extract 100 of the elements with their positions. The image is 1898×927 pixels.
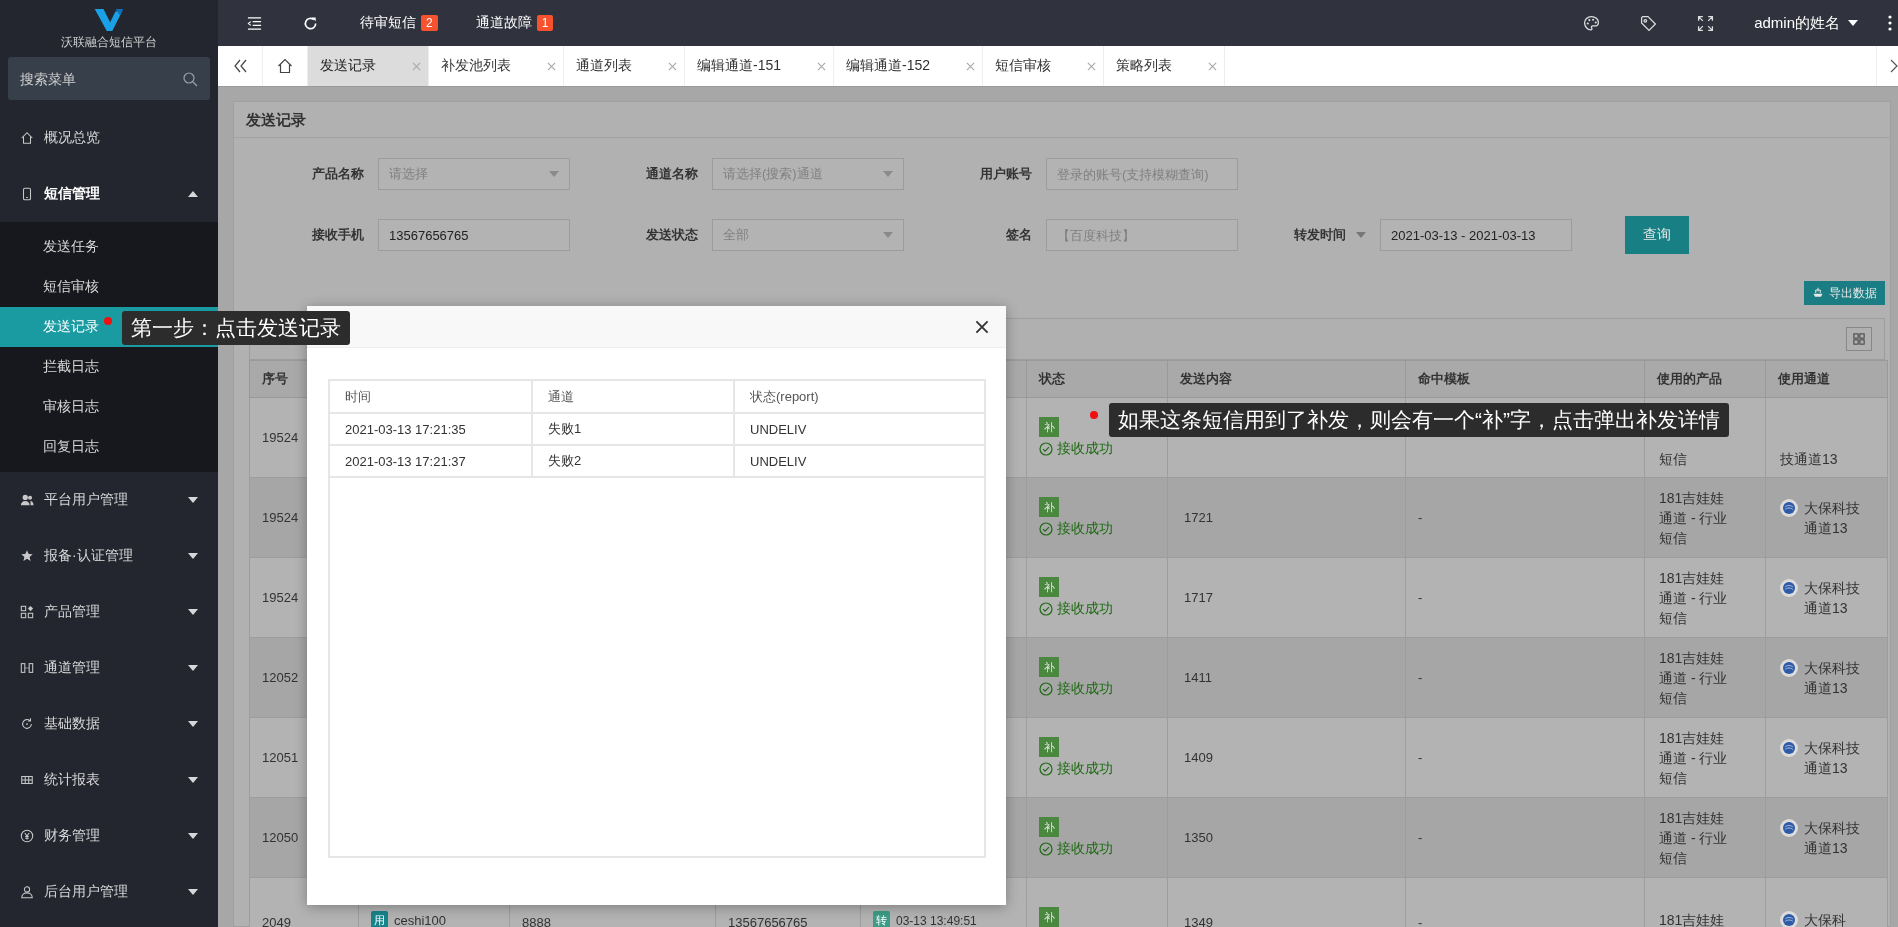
check-circle-icon <box>1039 442 1053 456</box>
palette-button[interactable] <box>1583 14 1601 32</box>
close-icon <box>1208 61 1218 71</box>
tab[interactable]: 策略列表 <box>1104 46 1226 86</box>
search-icon <box>182 71 198 87</box>
menu-item[interactable]: 产品管理 <box>0 584 218 640</box>
yen-icon <box>20 829 34 843</box>
user-icon <box>20 885 34 899</box>
tab[interactable]: 发送记录 <box>308 46 429 86</box>
menu-item[interactable]: 短信管理 <box>0 166 218 222</box>
check-circle-icon <box>1039 762 1053 776</box>
menu-item[interactable]: 后台用户管理 <box>0 864 218 920</box>
table-cell-text: 181吉娃娃 <box>1659 911 1726 927</box>
input-field[interactable]: 13567656765 <box>378 219 570 251</box>
resend-badge[interactable]: 补 <box>1039 907 1059 927</box>
tag-button[interactable] <box>1640 14 1658 32</box>
status-text: 接收成功 <box>1057 840 1113 858</box>
refresh-button[interactable] <box>303 15 318 31</box>
nav-link[interactable]: 待审短信 2 <box>360 14 438 32</box>
menu-item[interactable]: 统计报表 <box>0 752 218 808</box>
menu-item[interactable]: 概况总览 <box>0 110 218 166</box>
menu-item[interactable]: 财务管理 <box>0 808 218 864</box>
tab[interactable]: 补发池列表 <box>429 46 564 86</box>
panel-title: 发送记录 <box>234 102 1890 138</box>
resend-badge[interactable]: 补 <box>1039 817 1059 837</box>
palette-icon <box>1583 14 1601 32</box>
caret-icon <box>549 171 559 177</box>
resend-badge[interactable]: 补 <box>1039 497 1059 517</box>
field-label: 接收手机 <box>311 226 364 244</box>
resend-badge[interactable]: 补 <box>1039 657 1059 677</box>
marker-dot <box>104 317 112 325</box>
search-field[interactable]: 搜索菜单 <box>8 57 210 100</box>
check-circle-icon <box>1039 682 1053 696</box>
tab[interactable]: 短信审核 <box>983 46 1105 86</box>
column-header: 命中模板 <box>1405 360 1645 398</box>
field-label: 用户账号 <box>979 165 1032 183</box>
table-cell: UNDELIV <box>734 413 984 445</box>
resend-badge[interactable]: 补 <box>1039 417 1059 437</box>
table-cell-text: 181吉娃娃通道 - 行业短信 <box>1659 728 1729 788</box>
content-link[interactable]: 1349 <box>1167 877 1406 927</box>
content-link[interactable]: 1721 <box>1167 477 1406 558</box>
menu-toggle-button[interactable] <box>247 15 262 31</box>
tab[interactable]: 编辑通道-152 <box>834 46 984 86</box>
menu-item[interactable]: 回复日志 <box>0 427 218 467</box>
close-button[interactable] <box>975 319 989 334</box>
table-icon <box>20 773 34 787</box>
tab[interactable]: 通道列表 <box>564 46 685 86</box>
resend-badge[interactable]: 补 <box>1039 737 1059 757</box>
column-header: 状态(report) <box>734 381 984 413</box>
home-icon <box>277 58 293 74</box>
status-text: 接收成功 <box>1057 520 1113 538</box>
resend-badge[interactable]: 补 <box>1039 577 1059 597</box>
field-label: 产品名称 <box>311 165 364 183</box>
fullscreen-button[interactable] <box>1697 14 1715 32</box>
table-cell: - <box>1405 557 1645 638</box>
fullscreen-icon <box>1697 14 1715 32</box>
column-toggle-button[interactable] <box>1846 327 1872 351</box>
menu-item[interactable]: 短信审核 <box>0 267 218 307</box>
field-label: 签名 <box>1005 226 1032 244</box>
time-type-dropdown[interactable]: 转发时间 <box>1256 226 1366 244</box>
content-link[interactable]: 1409 <box>1167 717 1406 798</box>
menu-item[interactable]: 发送任务 <box>0 227 218 267</box>
menu-item[interactable]: 平台用户管理 <box>0 472 218 528</box>
app-name: 沃联融合短信平台 <box>61 33 157 51</box>
menu-item[interactable]: 报备·认证管理 <box>0 528 218 584</box>
tag-icon <box>1640 14 1658 32</box>
table-cell-text: 大保科技通道13 <box>1804 738 1861 778</box>
annotation-tooltip: 如果这条短信用到了补发，则会有一个“补”字，点击弹出补发详情 <box>1109 403 1729 437</box>
status-text: 接收成功 <box>1057 440 1113 458</box>
more-button[interactable] <box>1888 15 1892 31</box>
star-icon <box>20 549 34 563</box>
user-menu[interactable]: admin的姓名 <box>1754 13 1858 33</box>
caret-icon <box>1356 232 1366 238</box>
table-cell: 失败1 <box>532 413 734 445</box>
menu-item[interactable]: 审核日志 <box>0 387 218 427</box>
caret-icon <box>883 171 893 177</box>
close-icon <box>966 61 976 71</box>
table-cell: - <box>1405 477 1645 558</box>
export-button[interactable]: 导出数据 <box>1804 281 1885 305</box>
more-icon <box>1888 15 1892 31</box>
column-header: 状态 <box>1026 360 1168 398</box>
table-cell-text: 大保科技通道13 <box>1804 498 1861 538</box>
query-button[interactable]: 查询 <box>1625 216 1689 254</box>
table-cell: 2021-03-13 17:21:37 <box>330 445 532 477</box>
menu-item[interactable]: 拦截日志 <box>0 347 218 387</box>
type-badge: 用 <box>371 911 388 927</box>
nav-link[interactable]: 通道故障 1 <box>475 14 554 32</box>
table-cell: - <box>1405 797 1645 878</box>
content-link[interactable]: 1411 <box>1167 637 1406 718</box>
content-link[interactable]: 1717 <box>1167 557 1406 638</box>
columns-grid-icon <box>1853 333 1865 345</box>
menu-item[interactable]: 基础数据 <box>0 696 218 752</box>
date-range-field[interactable]: 2021-03-13 - 2021-03-13 <box>1380 219 1572 251</box>
menu-item[interactable]: 通道管理 <box>0 640 218 696</box>
close-icon <box>817 61 827 71</box>
table-cell: - <box>1405 877 1645 927</box>
content-link[interactable]: 1350 <box>1167 797 1406 878</box>
table-cell: - <box>1405 717 1645 798</box>
tab[interactable]: 编辑通道-151 <box>685 46 835 86</box>
table-cell-text: 181吉娃娃通道 - 行业短信 <box>1659 488 1729 548</box>
